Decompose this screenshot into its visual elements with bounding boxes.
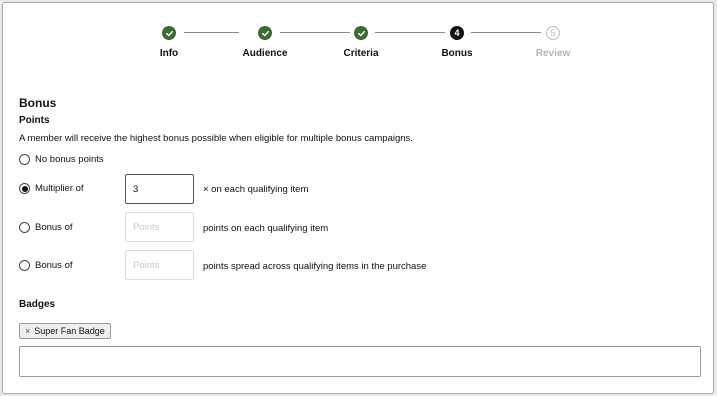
points-subtitle: Points	[19, 115, 50, 126]
badges-title: Badges	[19, 299, 56, 310]
step-label-info[interactable]: Info	[160, 48, 178, 59]
badge-chip: × Super Fan Badge	[19, 323, 111, 339]
bonus-each-suffix: points on each qualifying item	[203, 223, 329, 234]
step-label-criteria[interactable]: Criteria	[343, 48, 378, 59]
bonus-spread-input[interactable]	[125, 250, 194, 280]
bonus-section-title: Bonus	[19, 96, 57, 110]
multiplier-input[interactable]	[125, 174, 194, 204]
step-review-number: 5	[546, 26, 560, 40]
multiplier-label: Multiplier of	[35, 183, 84, 194]
points-description: A member will receive the highest bonus …	[19, 133, 413, 144]
progress-stepper: 4 5 Info Audience Criteria Bonus Review	[3, 3, 715, 73]
no-bonus-radio[interactable]	[19, 154, 30, 165]
option-bonus-spread[interactable]: Bonus of	[19, 260, 73, 271]
remove-badge-icon[interactable]: ×	[25, 326, 30, 336]
multiplier-radio[interactable]	[19, 183, 30, 194]
step-audience-check-icon	[258, 26, 272, 40]
step-bonus-number: 4	[450, 26, 464, 40]
step-connector	[471, 32, 541, 33]
badge-chip-label: Super Fan Badge	[34, 326, 105, 336]
bonus-spread-suffix: points spread across qualifying items in…	[203, 261, 427, 272]
step-info-check-icon	[162, 26, 176, 40]
option-bonus-each[interactable]: Bonus of	[19, 222, 73, 233]
step-label-bonus[interactable]: Bonus	[441, 48, 472, 59]
badge-search-input[interactable]	[19, 346, 701, 377]
bonus-each-input[interactable]	[125, 212, 194, 242]
multiplier-suffix: × on each qualifying item	[203, 184, 309, 195]
bonus-spread-radio[interactable]	[19, 260, 30, 271]
step-criteria-check-icon	[354, 26, 368, 40]
option-no-bonus[interactable]: No bonus points	[19, 154, 104, 165]
step-label-review: Review	[535, 48, 571, 59]
step-connector	[280, 32, 350, 33]
step-connector	[184, 32, 239, 33]
no-bonus-label: No bonus points	[35, 154, 104, 165]
bonus-each-radio[interactable]	[19, 222, 30, 233]
step-connector	[375, 32, 445, 33]
step-label-audience[interactable]: Audience	[242, 48, 287, 59]
option-multiplier[interactable]: Multiplier of	[19, 183, 84, 194]
bonus-each-label: Bonus of	[35, 222, 73, 233]
campaign-form-card: 4 5 Info Audience Criteria Bonus Review …	[2, 2, 714, 394]
bonus-spread-label: Bonus of	[35, 260, 73, 271]
